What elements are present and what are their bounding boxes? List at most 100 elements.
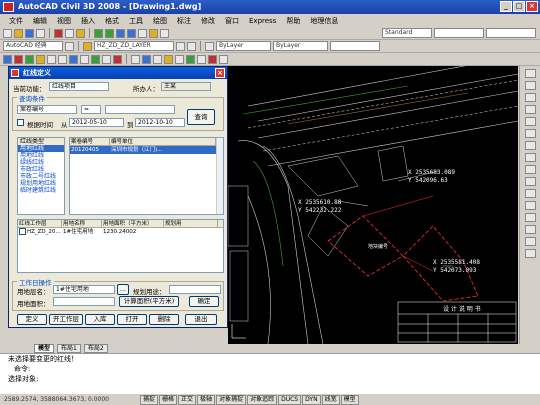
erase-icon[interactable] — [208, 54, 217, 64]
store-button[interactable]: 入库 — [85, 314, 115, 325]
list-item[interactable]: 用地红线 — [18, 152, 64, 159]
color-swatch-icon[interactable] — [205, 41, 214, 51]
paste-icon[interactable] — [76, 28, 85, 38]
zoom-icon[interactable] — [127, 28, 136, 38]
list-item[interactable]: 用地红线 — [18, 145, 64, 152]
work-layer-table[interactable]: 红线工作层 用地名称 用地面积（平方米） 规划用 HZ_ZD_20... 1#住… — [17, 219, 224, 273]
work-col-layer[interactable]: 红线工作层 — [18, 220, 62, 227]
offset-icon[interactable] — [197, 54, 206, 64]
close-button[interactable]: × — [526, 1, 538, 12]
line-icon[interactable] — [47, 54, 56, 64]
snap-icon[interactable] — [3, 54, 12, 64]
dim-style-combo[interactable] — [434, 28, 484, 38]
text-style-combo[interactable]: Standard — [382, 28, 432, 38]
list-item[interactable]: 市政红线 — [18, 166, 64, 173]
design-center-icon[interactable] — [149, 28, 158, 38]
delete-button[interactable]: 删除 — [149, 314, 179, 325]
snap-toggle[interactable]: 捕捉 — [140, 394, 159, 405]
trim-icon[interactable] — [175, 54, 184, 64]
trim-tool-icon[interactable] — [524, 177, 536, 186]
menu-file[interactable]: 文件 — [4, 16, 28, 26]
coordinate-display[interactable]: 2589.2574, 3588064.3673, 0.0000 — [0, 396, 140, 403]
rotate-icon[interactable] — [153, 54, 162, 64]
work-col-use[interactable]: 规划用 — [164, 220, 218, 227]
copy-object-icon[interactable] — [142, 54, 151, 64]
tab-layout1[interactable]: 布局1 — [57, 344, 81, 353]
minimize-button[interactable]: _ — [500, 1, 512, 12]
tab-model[interactable]: 模型 — [34, 344, 55, 353]
array-tool-icon[interactable] — [524, 117, 536, 126]
case-table-scrollbar[interactable] — [216, 138, 223, 214]
tool-yellow-icon[interactable] — [36, 54, 45, 64]
rotate-tool-icon[interactable] — [524, 141, 536, 150]
new-file-icon[interactable] — [3, 28, 12, 38]
extend-tool-icon[interactable] — [524, 189, 536, 198]
base-layer-input[interactable]: 1#住宅用地 — [53, 285, 115, 294]
exit-button[interactable]: 退出 — [185, 314, 217, 325]
case-col-number[interactable]: 案卷编号 — [70, 138, 110, 145]
otrack-toggle[interactable]: 对象追踪 — [247, 394, 278, 405]
circle-icon[interactable] — [69, 54, 78, 64]
workspace-settings-icon[interactable] — [65, 41, 74, 51]
work-col-area[interactable]: 用地面积（平方米） — [102, 220, 164, 227]
join-tool-icon[interactable] — [524, 213, 536, 222]
help-icon[interactable] — [160, 28, 169, 38]
grid-toggle[interactable]: 栅格 — [159, 394, 178, 405]
undo-icon[interactable] — [94, 28, 103, 38]
redo-icon[interactable] — [105, 28, 114, 38]
query-field-select[interactable]: 案卷编号 — [17, 105, 77, 114]
case-col-unit[interactable]: 编号单位 — [110, 138, 216, 145]
offset-tool-icon[interactable] — [524, 105, 536, 114]
hatch-icon[interactable] — [102, 54, 111, 64]
date-from-input[interactable]: 2012-05-10 — [69, 118, 124, 127]
redline-type-list[interactable]: 红线类型 用地红线 用地红线 绿线红线 市政红线 市政二号红线 规划用地红线 临… — [17, 137, 65, 215]
osnap-toggle[interactable]: 对象捕捉 — [216, 394, 247, 405]
table-row[interactable]: HZ_ZD_20... 1#住宅用地 1230.24002 — [18, 228, 223, 236]
define-button[interactable]: 定义 — [17, 314, 47, 325]
save-icon[interactable] — [25, 28, 34, 38]
color-combo[interactable]: ByLayer — [216, 41, 271, 51]
tab-layout2[interactable]: 布局2 — [83, 344, 108, 353]
query-value-input[interactable] — [105, 105, 175, 114]
properties-icon[interactable] — [138, 28, 147, 38]
table-row[interactable]: 20120405 深圳市规划（江门)... — [70, 146, 223, 154]
list-item[interactable]: 临时建筑红线 — [18, 187, 64, 194]
tool-green-icon[interactable] — [25, 54, 34, 64]
layer-combo[interactable]: HZ_ZD_ZD_LAYER — [94, 41, 174, 51]
date-to-input[interactable]: 2012-10-10 — [135, 118, 185, 127]
menu-format[interactable]: 格式 — [100, 16, 124, 26]
model-toggle[interactable]: 模型 — [340, 394, 359, 405]
text-icon[interactable] — [113, 54, 122, 64]
cut-icon[interactable] — [54, 28, 63, 38]
break-tool-icon[interactable] — [524, 201, 536, 210]
menu-dimension[interactable]: 标注 — [172, 16, 196, 26]
menu-modify[interactable]: 修改 — [196, 16, 220, 26]
layer-manager-icon[interactable] — [83, 41, 92, 51]
make-current-layer-icon[interactable] — [176, 41, 185, 51]
scale-tool-icon[interactable] — [524, 153, 536, 162]
menu-edit[interactable]: 编辑 — [28, 16, 52, 26]
case-table[interactable]: 案卷编号 编号单位 20120405 深圳市规划（江门)... — [69, 137, 224, 215]
work-col-name[interactable]: 用地名称 — [62, 220, 102, 227]
browse-button[interactable]: ... — [117, 284, 129, 295]
menu-geo[interactable]: 地理信息 — [305, 16, 343, 26]
mirror-tool-icon[interactable] — [524, 93, 536, 102]
list-item[interactable]: 绿线红线 — [18, 159, 64, 166]
command-window[interactable]: 未选择要变更的红线！ 命令: 选择对象: — [0, 353, 540, 393]
list-item[interactable]: 规划用地红线 — [18, 180, 64, 187]
stretch-tool-icon[interactable] — [524, 165, 536, 174]
open-file-icon[interactable] — [14, 28, 23, 38]
open-work-layer-button[interactable]: 开工作层 — [49, 314, 83, 325]
date-filter-checkbox[interactable] — [17, 119, 24, 126]
lineweight-toggle[interactable]: 线宽 — [321, 394, 340, 405]
query-button[interactable]: 查询 — [187, 109, 215, 125]
query-operator-select[interactable]: = — [81, 105, 101, 114]
menu-insert[interactable]: 插入 — [76, 16, 100, 26]
move-icon[interactable] — [131, 54, 140, 64]
area-input[interactable] — [53, 297, 115, 306]
tool-red-icon[interactable] — [14, 54, 23, 64]
dyn-toggle[interactable]: DYN — [302, 394, 321, 405]
workspace-combo[interactable]: AutoCAD 经典 — [3, 41, 63, 51]
menu-tools[interactable]: 工具 — [124, 16, 148, 26]
current-func-select[interactable]: 红线项目 — [49, 82, 109, 91]
